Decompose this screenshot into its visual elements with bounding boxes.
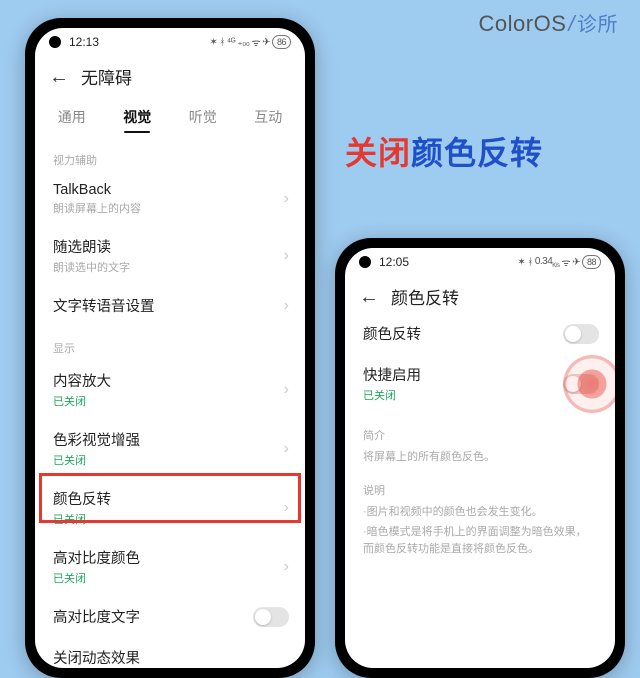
row-subtitle: 朗读屏幕上的内容 bbox=[53, 200, 287, 216]
row-title: 随选朗读 bbox=[53, 236, 287, 257]
phone-right: 12:05 ✶ ᚼ 0.34K/s ᯤ ✈ 88 ← 颜色反转 颜色反转 快捷启… bbox=[335, 238, 625, 678]
status-bar: 12:13 ✶ ᚼ ⁴ᴳ ₊₀₀ ᯤ ✈ 86 bbox=[35, 28, 305, 56]
status-icons: ✶ ᚼ 0.34K/s ᯤ ✈ 88 bbox=[517, 255, 601, 269]
camera-hole bbox=[49, 36, 61, 48]
note-text-2: ·暗色模式是将手机上的界面调整为暗色效果，而颜色反转功能是直接将颜色反色。 bbox=[345, 522, 615, 559]
intro-text: 将屏幕上的所有颜色反色。 bbox=[345, 447, 615, 468]
row-title: TalkBack bbox=[53, 182, 287, 198]
camera-hole bbox=[359, 256, 371, 268]
toggle-switch[interactable] bbox=[563, 324, 599, 344]
row-color-invert[interactable]: 颜色反转 已关闭 › bbox=[35, 478, 305, 537]
net-speed: 0.34K/s bbox=[535, 256, 560, 269]
toggle-switch[interactable] bbox=[253, 607, 289, 627]
phone-left: 12:13 ✶ ᚼ ⁴ᴳ ₊₀₀ ᯤ ✈ 86 ← 无障碍 通用 视觉 听觉 互… bbox=[25, 18, 315, 678]
wifi-icon: ᯤ bbox=[251, 35, 260, 49]
wifi-icon: ᯤ bbox=[561, 255, 570, 269]
row-title: 快捷启用 bbox=[363, 364, 597, 385]
tab-general[interactable]: 通用 bbox=[39, 99, 105, 137]
bluetooth-icon: ᚼ bbox=[527, 257, 533, 268]
row-title: 内容放大 bbox=[53, 370, 287, 391]
row-title: 高对比度颜色 bbox=[53, 547, 287, 568]
row-invert-toggle[interactable]: 颜色反转 bbox=[345, 313, 615, 354]
row-quick-enable[interactable]: 快捷启用 已关闭 bbox=[345, 354, 615, 413]
chevron-right-icon: › bbox=[284, 499, 289, 517]
chevron-right-icon: › bbox=[284, 190, 289, 208]
tab-bar: 通用 视觉 听觉 互动 bbox=[35, 93, 305, 138]
chevron-right-icon: › bbox=[284, 297, 289, 315]
airplane-icon: ✈ bbox=[572, 257, 580, 268]
row-title: 文字转语音设置 bbox=[53, 295, 287, 316]
tab-hearing[interactable]: 听觉 bbox=[170, 99, 236, 137]
page-title: 无障碍 bbox=[81, 64, 132, 89]
clock: 12:13 bbox=[69, 35, 99, 49]
row-title: 颜色反转 bbox=[363, 323, 597, 344]
back-button[interactable]: ← bbox=[49, 67, 69, 87]
back-button[interactable]: ← bbox=[359, 287, 379, 307]
row-subtitle: 已关闭 bbox=[53, 511, 287, 527]
row-title: 高对比度文字 bbox=[53, 606, 287, 627]
section-display: 显示 bbox=[35, 326, 305, 360]
mute-icon: ✶ bbox=[517, 257, 525, 268]
row-high-contrast-text[interactable]: 高对比度文字 bbox=[35, 596, 305, 637]
battery-indicator: 88 bbox=[582, 255, 601, 269]
section-vision-aid: 视力辅助 bbox=[35, 138, 305, 172]
chevron-right-icon: › bbox=[284, 440, 289, 458]
bluetooth-icon: ᚼ bbox=[219, 37, 225, 48]
status-icons: ✶ ᚼ ⁴ᴳ ₊₀₀ ᯤ ✈ 86 bbox=[209, 35, 291, 49]
row-title: 色彩视觉增强 bbox=[53, 429, 287, 450]
row-magnify[interactable]: 内容放大 已关闭 › bbox=[35, 360, 305, 419]
clock: 12:05 bbox=[379, 255, 409, 269]
row-subtitle: 已关闭 bbox=[53, 570, 287, 586]
row-talkback[interactable]: TalkBack 朗读屏幕上的内容 › bbox=[35, 172, 305, 226]
brand-label: ColorOS/诊所 bbox=[479, 8, 618, 37]
row-disable-animation[interactable]: 关闭动态效果 关闭屏幕界面的动态效果 bbox=[35, 637, 305, 668]
signal-icon: ⁴ᴳ ₊₀₀ bbox=[227, 37, 250, 48]
row-subtitle: 已关闭 bbox=[53, 393, 287, 409]
row-color-enhance[interactable]: 色彩视觉增强 已关闭 › bbox=[35, 419, 305, 478]
row-subtitle: 朗读选中的文字 bbox=[53, 259, 287, 275]
row-subtitle: 已关闭 bbox=[363, 387, 597, 403]
row-subtitle: 已关闭 bbox=[53, 452, 287, 468]
tab-vision[interactable]: 视觉 bbox=[105, 99, 171, 137]
row-title: 颜色反转 bbox=[53, 488, 287, 509]
note-text-1: ·图片和视频中的颜色也会发生变化。 bbox=[345, 502, 615, 523]
row-high-contrast-color[interactable]: 高对比度颜色 已关闭 › bbox=[35, 537, 305, 596]
mute-icon: ✶ bbox=[209, 37, 217, 48]
chevron-right-icon: › bbox=[284, 558, 289, 576]
row-select-read[interactable]: 随选朗读 朗读选中的文字 › bbox=[35, 226, 305, 285]
chevron-right-icon: › bbox=[284, 381, 289, 399]
chevron-right-icon: › bbox=[284, 247, 289, 265]
battery-indicator: 86 bbox=[272, 35, 291, 49]
tab-interaction[interactable]: 互动 bbox=[236, 99, 302, 137]
section-note: 说明 bbox=[345, 468, 615, 502]
row-title: 关闭动态效果 bbox=[53, 647, 287, 668]
status-bar: 12:05 ✶ ᚼ 0.34K/s ᯤ ✈ 88 bbox=[345, 248, 615, 276]
headline: 关闭颜色反转 bbox=[345, 128, 543, 174]
section-intro: 简介 bbox=[345, 413, 615, 447]
airplane-icon: ✈ bbox=[262, 37, 270, 48]
toggle-switch[interactable] bbox=[563, 374, 599, 394]
row-tts[interactable]: 文字转语音设置 › bbox=[35, 285, 305, 326]
page-title: 颜色反转 bbox=[391, 284, 459, 309]
